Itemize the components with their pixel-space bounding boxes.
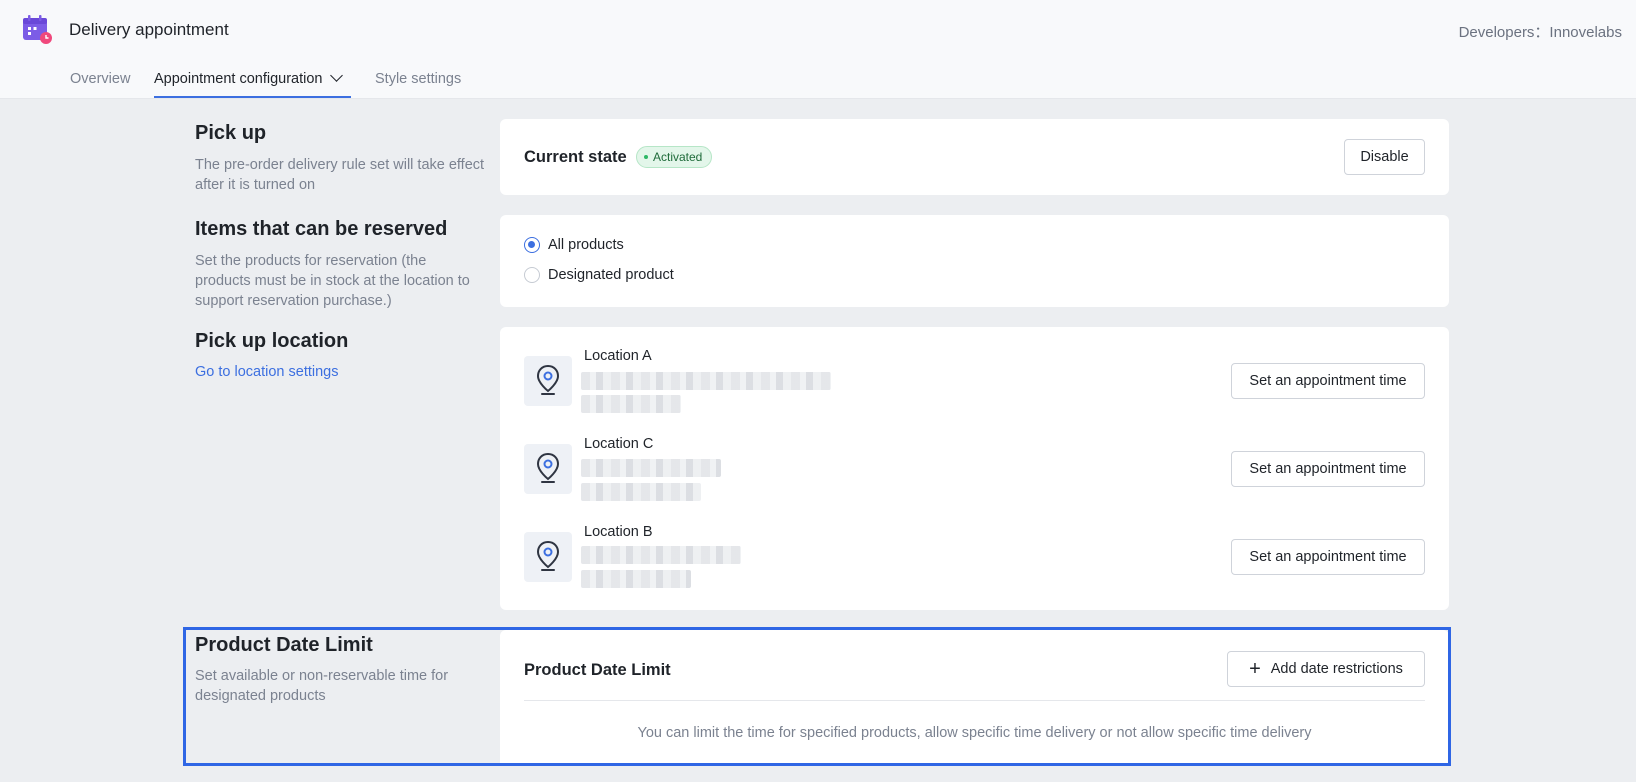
chevron-down-icon: [330, 69, 344, 82]
set-appointment-time-button[interactable]: Set an appointment time: [1231, 363, 1425, 399]
radio-designated-product[interactable]: Designated product: [524, 267, 674, 283]
radio-label: All products: [548, 237, 624, 253]
location-name: Location C: [584, 436, 654, 452]
location-address-redacted: [581, 570, 691, 588]
pickup-section-title: Pick up: [195, 122, 267, 144]
set-appointment-time-button[interactable]: Set an appointment time: [1231, 451, 1425, 487]
developer-label: Developers：Innovelabs: [1458, 24, 1622, 41]
tab-overview[interactable]: Overview: [70, 71, 130, 87]
active-tab-indicator: [154, 96, 351, 98]
pickup-locations-card: Location A Set an appointment time Locat…: [500, 327, 1449, 610]
app-title: Delivery appointment: [69, 20, 229, 39]
tab-appointment-configuration[interactable]: Appointment configuration: [154, 69, 344, 87]
location-address-redacted: [581, 546, 741, 564]
items-section-title: Items that can be reserved: [195, 218, 448, 240]
location-address-redacted: [581, 483, 701, 501]
location-settings-link[interactable]: Go to location settings: [195, 364, 338, 380]
location-pin-icon: [524, 532, 572, 582]
location-section-title: Pick up location: [195, 330, 349, 352]
location-address-redacted: [581, 459, 721, 477]
location-pin-icon: [524, 444, 572, 494]
radio-unchecked-icon: [524, 267, 540, 283]
disable-button[interactable]: Disable: [1344, 139, 1425, 175]
location-address-redacted: [581, 372, 831, 390]
tab-appointment-configuration-label: Appointment configuration: [154, 71, 323, 87]
location-name: Location B: [584, 524, 653, 540]
reservable-items-card: All products Designated product: [500, 215, 1449, 307]
current-state-card: Current state Activated Disable: [500, 119, 1449, 195]
radio-label: Designated product: [548, 267, 674, 283]
app-header: Delivery appointment Developers：Innovela…: [0, 0, 1636, 99]
set-appointment-time-button[interactable]: Set an appointment time: [1231, 539, 1425, 575]
items-section-desc: Set the products for reservation (the pr…: [195, 253, 470, 309]
section-highlight-frame: [183, 627, 1451, 766]
location-name: Location A: [584, 348, 652, 364]
current-state-label: Current state: [524, 148, 627, 166]
location-pin-icon: [524, 356, 572, 406]
calendar-app-icon: [23, 15, 52, 44]
pickup-section-desc: The pre-order delivery rule set will tak…: [195, 157, 485, 193]
status-badge: Activated: [636, 146, 713, 168]
radio-checked-icon: [524, 237, 540, 253]
radio-all-products[interactable]: All products: [524, 237, 624, 253]
tab-style-settings[interactable]: Style settings: [375, 71, 461, 87]
location-address-redacted: [581, 395, 681, 413]
